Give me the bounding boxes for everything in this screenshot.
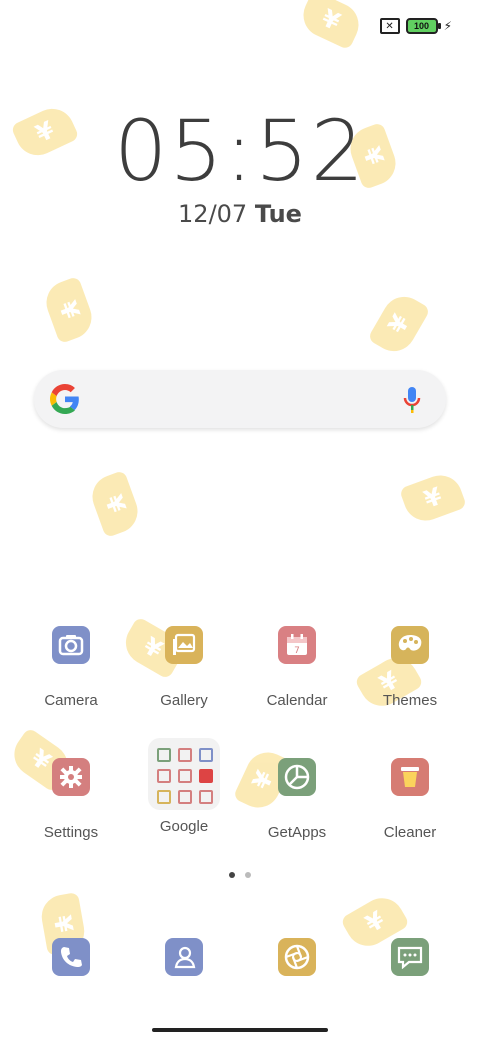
page-dot-active[interactable] — [229, 872, 235, 878]
app-gallery[interactable]: Gallery — [134, 626, 234, 709]
trash-icon — [391, 758, 429, 796]
app-label: GetApps — [267, 824, 327, 841]
app-calendar[interactable]: 7 Calendar — [247, 626, 347, 709]
app-label: Google — [159, 818, 209, 835]
app-label: Cleaner — [383, 824, 437, 841]
page-dot[interactable] — [245, 872, 251, 878]
day-text: Tue — [254, 200, 302, 228]
coin-decoration: ¥ — [296, 0, 366, 51]
gear-icon — [52, 758, 90, 796]
camera-icon — [52, 626, 90, 664]
home-screen: ¥ ¥ ¥ ¥ ¥ ¥ ¥ ¥ ¥ ¥ ¥ ¥ ¥ ✕ 100 ⚡ 05:52 … — [0, 0, 480, 1040]
app-label: Gallery — [160, 692, 208, 709]
battery-icon: 100 — [405, 18, 441, 34]
clock-time[interactable]: 05:52 — [0, 102, 480, 200]
coin-decoration: ¥ — [86, 469, 144, 539]
phone-icon — [52, 938, 90, 976]
browser-shutter-icon — [278, 938, 316, 976]
microphone-icon[interactable] — [402, 386, 422, 414]
coin-decoration: ¥ — [398, 469, 468, 527]
app-label: Calendar — [266, 692, 328, 709]
contacts-icon — [165, 938, 203, 976]
app-label: Themes — [382, 692, 438, 709]
app-label: Camera — [44, 692, 98, 709]
app-getapps[interactable]: GetApps — [247, 758, 347, 841]
status-bar: ✕ 100 ⚡ — [379, 18, 452, 34]
message-icon — [391, 938, 429, 976]
charging-icon: ⚡ — [443, 19, 452, 33]
dock-browser[interactable] — [247, 938, 347, 976]
date-text: 12/07 — [178, 200, 248, 228]
getapps-icon — [278, 758, 316, 796]
palette-icon — [391, 626, 429, 664]
home-gesture-bar[interactable] — [152, 1028, 328, 1032]
svg-text:7: 7 — [294, 646, 300, 656]
folder-icon — [148, 738, 220, 810]
app-label: Settings — [43, 824, 99, 841]
app-camera[interactable]: Camera — [21, 626, 121, 709]
app-settings[interactable]: Settings — [21, 758, 121, 841]
google-g-icon — [50, 384, 80, 414]
app-cleaner[interactable]: Cleaner — [360, 758, 460, 841]
app-themes[interactable]: Themes — [360, 626, 460, 709]
page-indicator — [0, 872, 480, 878]
coin-decoration: ¥ — [40, 275, 98, 345]
dock-phone[interactable] — [21, 938, 121, 976]
calendar-icon: 7 — [278, 626, 316, 664]
clock-date[interactable]: 12/07 Tue — [0, 200, 480, 228]
coin-decoration: ¥ — [367, 288, 431, 360]
no-sim-icon: ✕ — [379, 18, 400, 34]
dock-messages[interactable] — [360, 938, 460, 976]
app-folder-google[interactable]: Google — [134, 738, 234, 835]
dock-contacts[interactable] — [134, 938, 234, 976]
google-search-bar[interactable] — [34, 370, 446, 428]
gallery-icon — [165, 626, 203, 664]
